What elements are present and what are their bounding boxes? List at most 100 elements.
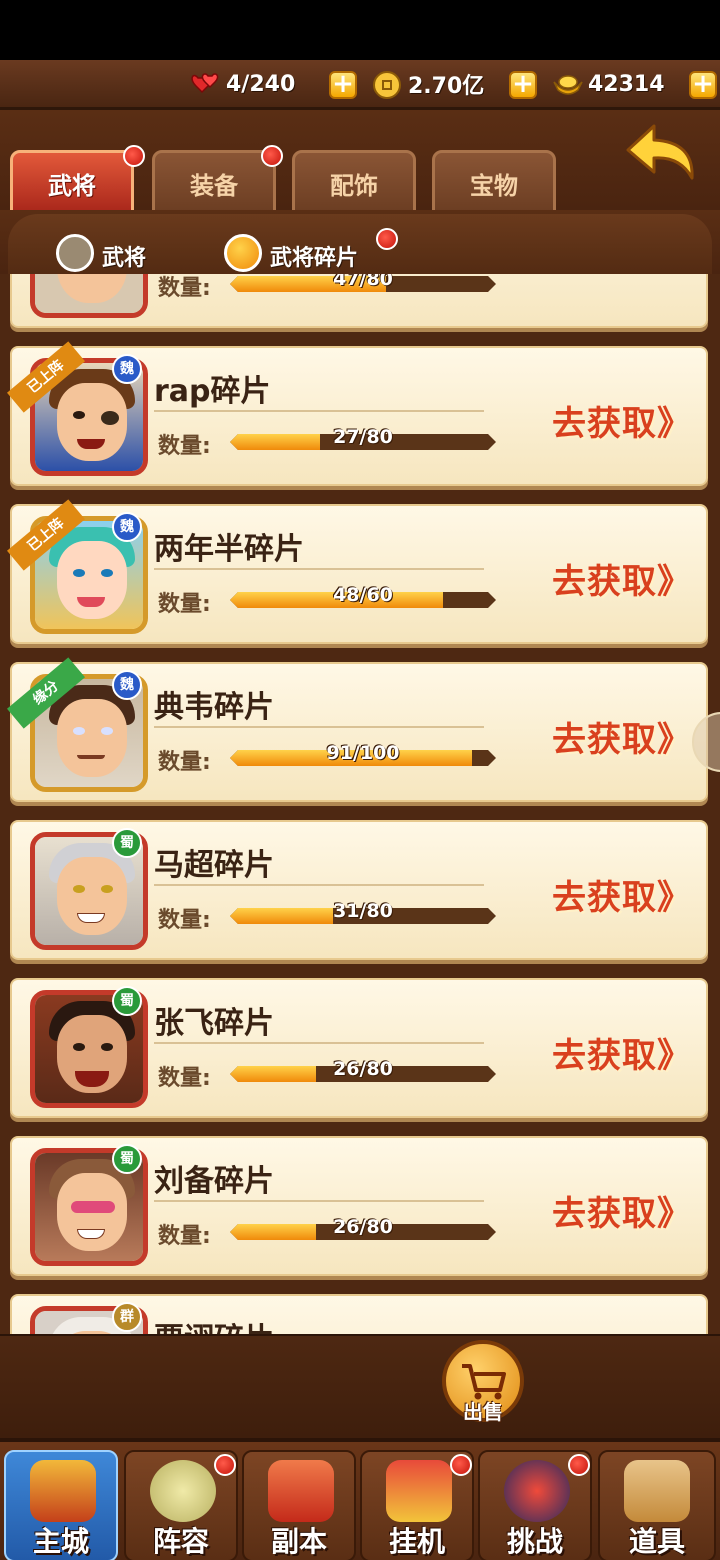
faction-badge: 蜀 [112,828,142,858]
tab-treasures[interactable]: 宝物 [432,150,556,216]
notification-dot [123,145,145,167]
notification-dot [568,1454,590,1476]
divider [154,884,484,886]
notification-dot [376,228,398,250]
nav-label: 挑战 [506,1525,563,1558]
divider [154,410,484,412]
progress-text: 48/60 [333,584,393,606]
progress-text: 27/80 [333,426,393,448]
add-coins-button[interactable]: + [509,71,537,99]
castle-icon [30,1460,96,1522]
shield-icon [150,1460,216,1522]
get-button[interactable]: 去获取》 [552,1186,692,1235]
notification-dot [214,1454,236,1476]
filter-generals-label[interactable]: 武将 [102,240,146,272]
coin-icon [372,70,402,99]
faction-badge: 蜀 [112,986,142,1016]
bottom-nav: 主城 阵容 副本 挂机 挑战 道具 [0,1438,720,1560]
nav-label: 道具 [628,1525,685,1558]
filter-fragments-label[interactable]: 武将碎片 [270,240,358,272]
filter-generals-radio[interactable] [56,234,94,272]
quantity-label: 数量: [158,592,211,617]
list-item: 群 贾诩碎片 [10,1294,708,1334]
sell-area: 出售 [0,1334,720,1438]
add-ingots-button[interactable]: + [689,71,717,99]
list-item: 蜀 马超碎片 数量: 31/80 去获取》 [10,820,708,960]
quantity-label: 数量: [158,434,211,459]
nav-idle[interactable]: 挂机 [360,1450,474,1560]
treasure-bag-icon [386,1460,452,1522]
notification-dot [450,1454,472,1476]
item-name: 马超碎片 [154,848,274,883]
item-name: 两年半碎片 [154,532,304,567]
fragment-list[interactable]: 数量: 47/80 去获取》 已上阵 魏 rap碎片 数量: 27/80 去获取… [0,274,720,1334]
back-button[interactable] [624,118,700,188]
coins-resource: 2.70亿 [372,68,484,100]
nav-label: 主城 [32,1525,89,1558]
resource-bar: 4/240 + 2.70亿 + 42314 + [0,60,720,110]
sell-label: 出售 [463,1400,503,1424]
faction-badge: 魏 [112,670,142,700]
progress-text: 26/80 [333,1058,393,1080]
item-jar-icon [624,1460,690,1522]
nav-label: 阵容 [152,1525,209,1558]
tab-equipment[interactable]: 装备 [152,145,283,216]
item-name: rap碎片 [154,374,271,409]
divider [154,568,484,570]
get-button[interactable]: 去获取》 [552,712,692,761]
nav-label: 副本 [270,1525,327,1558]
nav-label: 挂机 [388,1525,445,1558]
filter-row: 武将 武将碎片 [0,210,720,278]
nav-items[interactable]: 道具 [598,1450,716,1560]
nav-dungeon[interactable]: 副本 [242,1450,356,1560]
nav-lineup[interactable]: 阵容 [124,1450,238,1560]
filter-fragments-radio[interactable] [224,234,262,272]
get-button[interactable]: 去获取》 [552,870,692,919]
get-button[interactable]: 去获取》 [552,1028,692,1077]
item-name: 张飞碎片 [154,1006,274,1041]
get-button[interactable]: 去获取》 [552,396,692,445]
scroll-icon [268,1460,334,1522]
divider [154,1042,484,1044]
notification-dot [261,145,283,167]
list-item: 已上阵 魏 rap碎片 数量: 27/80 去获取》 [7,341,708,486]
faction-badge: 魏 [112,354,142,384]
nav-main-city[interactable]: 主城 [4,1450,118,1560]
tab-label: 装备 [190,172,238,200]
gold-ingot-icon [552,70,583,98]
add-stamina-button[interactable]: + [329,71,357,99]
quantity-label: 数量: [158,276,211,301]
filter-panel: 武将 武将碎片 [8,214,712,278]
category-tabs: 武将 装备 配饰 宝物 [0,110,720,216]
progress-text: 31/80 [333,900,393,922]
progress-text: 91/100 [326,742,400,764]
item-name: 刘备碎片 [154,1164,274,1199]
quantity-label: 数量: [158,750,211,775]
faction-badge: 魏 [112,512,142,542]
status-bar [0,0,720,60]
divider [154,726,484,728]
tab-accessories[interactable]: 配饰 [292,150,416,216]
progress-text: 47/80 [333,274,393,290]
tab-generals[interactable]: 武将 [10,145,145,216]
list-item: 蜀 刘备碎片 数量: 26/80 去获取》 [10,1136,708,1276]
quantity-label: 数量: [158,1224,211,1249]
faction-badge: 蜀 [112,1144,142,1174]
versus-icon [504,1460,570,1522]
tab-label: 武将 [48,172,96,200]
ingots-resource: 42314 [552,68,665,100]
get-button[interactable]: 去获取》 [552,554,692,603]
tab-label: 配饰 [330,172,378,200]
stamina-value: 4/240 [226,71,296,97]
progress-text: 26/80 [333,1216,393,1238]
list-item: 蜀 张飞碎片 数量: 26/80 去获取》 [10,978,708,1118]
item-name: 典韦碎片 [154,690,274,725]
quantity-label: 数量: [158,1066,211,1091]
portrait [30,274,148,318]
hearts-icon [190,70,220,98]
list-item: 已上阵 魏 两年半碎片 数量: 48/60 去获取》 [7,499,708,644]
list-item: 数量: 47/80 去获取》 [10,274,708,328]
nav-challenge[interactable]: 挑战 [478,1450,592,1560]
stamina-resource: 4/240 [190,68,295,100]
faction-badge: 群 [112,1302,142,1332]
